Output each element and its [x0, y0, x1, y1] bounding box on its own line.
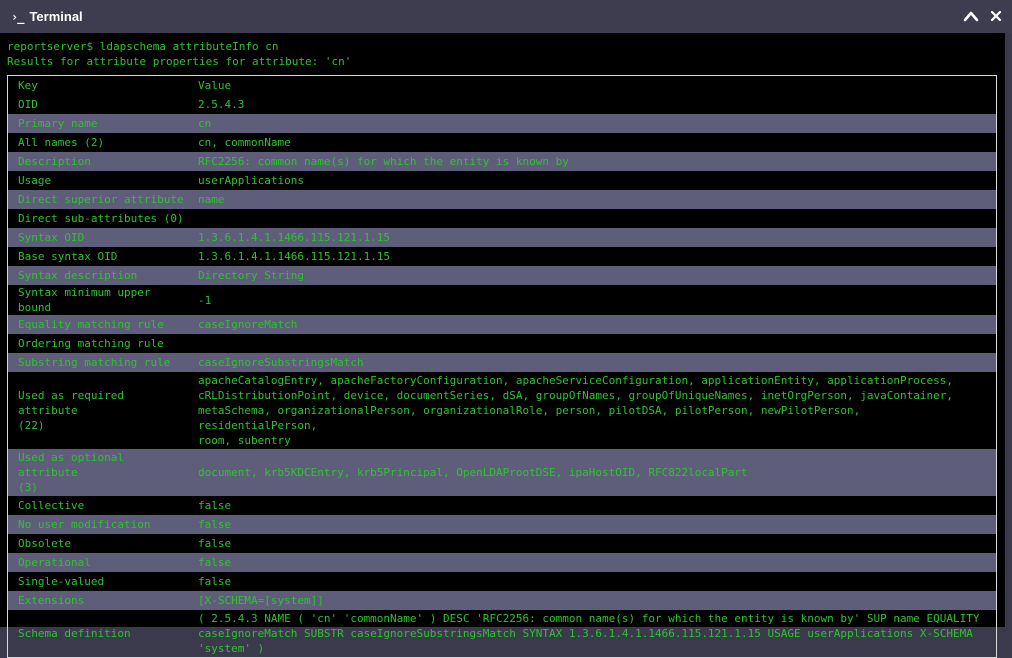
row-key: Ordering matching rule [18, 337, 164, 350]
title-bar[interactable]: ›_ Terminal [0, 0, 1012, 33]
row-key: Operational [18, 556, 91, 569]
row-value: false [198, 537, 232, 550]
row-key: Description [18, 155, 91, 168]
table-row: Used as optional attribute (3) document, … [8, 449, 996, 496]
row-key: Obsolete [18, 537, 71, 550]
chevron-up-icon [963, 11, 979, 22]
header-key: Key [18, 79, 38, 92]
row-value: 2.5.4.3 [198, 98, 245, 111]
table-row: Used as required attribute (22) apacheCat… [8, 372, 996, 449]
row-value: [X-SCHEMA=[system]] [198, 594, 324, 607]
table-row: Direct superior attribute name [8, 190, 996, 209]
row-value: false [198, 556, 232, 569]
row-key: Used as optional attribute (3) [18, 451, 124, 494]
table-row: OID 2.5.4.3 [8, 95, 996, 114]
header-value: Value [198, 79, 232, 92]
row-key: Usage [18, 174, 52, 187]
table-row: Syntax minimum upper bound -1 [8, 285, 996, 315]
window-title: Terminal [29, 9, 83, 24]
table-row: Extensions [X-SCHEMA=[system]] [8, 591, 996, 610]
result-line: Results for attribute properties for att… [7, 55, 352, 68]
row-value: caseIgnoreMatch [198, 318, 298, 331]
row-key: Syntax OID [18, 231, 85, 244]
row-key: Schema definition [18, 627, 131, 640]
row-value: cn [198, 117, 212, 130]
table-row: Primary name cn [8, 114, 996, 133]
table-row: Syntax OID 1.3.6.1.4.1.1466.115.121.1.15 [8, 228, 996, 247]
row-key: Equality matching rule [18, 318, 164, 331]
terminal-output[interactable]: reportserver$ ldapschema attributeInfo c… [0, 33, 1005, 658]
row-key: Extensions [18, 594, 85, 607]
table-row: No user modification false [8, 515, 996, 534]
scrollbar[interactable] [1005, 33, 1012, 632]
row-value: false [198, 518, 232, 531]
close-button[interactable] [988, 8, 1004, 24]
row-key: Syntax minimum upper bound [18, 286, 158, 314]
row-value: -1 [198, 293, 212, 307]
row-value: cn, commonName [198, 136, 291, 149]
collapse-button[interactable] [963, 8, 979, 24]
table-row: Ordering matching rule [8, 334, 996, 353]
table-header-row: Key Value [8, 76, 996, 95]
table-row: Direct sub-attributes (0) [8, 209, 996, 228]
table-row: Syntax description Directory String [8, 266, 996, 285]
row-value: ( 2.5.4.3 NAME ( 'cn' 'commonName' ) DES… [198, 612, 980, 655]
row-value: caseIgnoreSubstringsMatch [198, 356, 364, 369]
row-key: Substring matching rule [18, 356, 171, 369]
close-icon [990, 10, 1002, 22]
row-key: All names (2) [18, 136, 105, 149]
table-row: Collective false [8, 496, 996, 515]
row-value: apacheCatalogEntry, apacheFactoryConfigu… [198, 374, 953, 447]
table-row: Base syntax OID 1.3.6.1.4.1.1466.115.121.… [8, 247, 996, 266]
table-row: Operational false [8, 553, 996, 572]
row-value: 1.3.6.1.4.1.1466.115.121.1.15 [198, 250, 391, 263]
row-value: false [198, 499, 232, 512]
table-row: Obsolete false [8, 534, 996, 553]
row-key: Primary name [18, 117, 98, 130]
row-value: 1.3.6.1.4.1.1466.115.121.1.15 [198, 231, 391, 244]
row-key: No user modification [18, 518, 151, 531]
command-line: reportserver$ ldapschema attributeInfo c… [7, 40, 279, 53]
table-row: Single-valued false [8, 572, 996, 591]
row-key: Direct sub-attributes (0) [18, 212, 184, 225]
table-row: Substring matching rule caseIgnoreSubstri… [8, 353, 996, 372]
row-key: OID [18, 98, 38, 111]
window-controls [963, 8, 1004, 24]
row-key: Collective [18, 499, 85, 512]
table-row: Schema definition ( 2.5.4.3 NAME ( 'cn' '… [8, 610, 996, 657]
table-row: Description RFC2256: common name(s) for w… [8, 152, 996, 171]
table-row: Usage userApplications [8, 171, 996, 190]
attribute-table: Key Value OID 2.5.4.3 Primary name cn All na… [7, 75, 997, 658]
row-key: Syntax description [18, 269, 138, 282]
row-key: Base syntax OID [18, 250, 118, 263]
row-value: userApplications [198, 174, 304, 187]
row-value: name [198, 193, 225, 206]
row-value: RFC2256: common name(s) for which the en… [198, 155, 569, 168]
row-value: document, krb5KDCEntry, krb5Principal, O… [198, 466, 748, 479]
table-row: Equality matching rule caseIgnoreMatch [8, 315, 996, 334]
terminal-window: ›_ Terminal reportserver$ ldapschema att… [0, 0, 1012, 658]
row-key: Direct superior attribute [18, 193, 184, 206]
row-key: Single-valued [18, 575, 105, 588]
terminal-icon: ›_ [11, 9, 24, 24]
row-value: Directory String [198, 269, 304, 282]
table-row: All names (2) cn, commonName [8, 133, 996, 152]
row-value: false [198, 575, 232, 588]
row-key: Used as required attribute (22) [18, 389, 124, 432]
